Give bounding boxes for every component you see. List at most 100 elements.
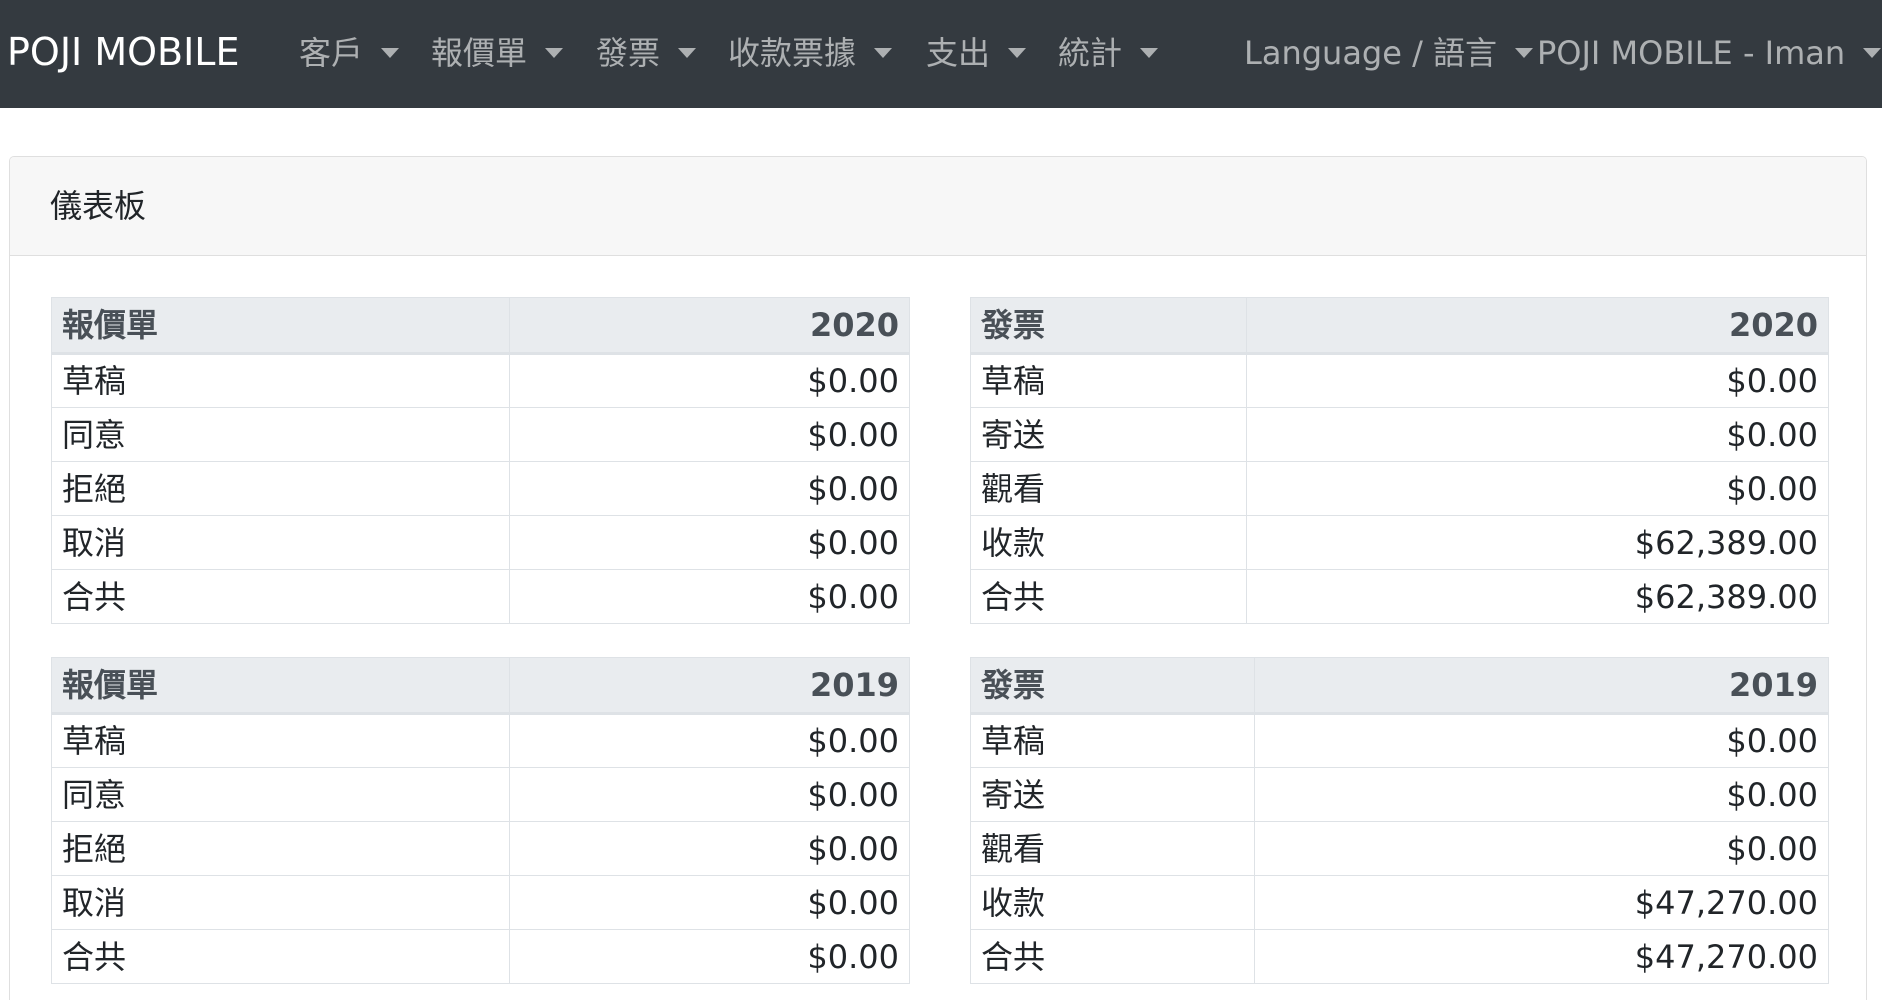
table-header-year: 2020 bbox=[509, 297, 910, 355]
table-row: 觀看 $0.00 bbox=[970, 461, 1829, 516]
table-row: 寄送 $0.00 bbox=[970, 767, 1829, 822]
nav-receipts-label: 收款票據 bbox=[728, 34, 857, 72]
row-value: $0.00 bbox=[509, 515, 910, 570]
card-header: 儀表板 bbox=[10, 157, 1866, 256]
row-label: 收款 bbox=[970, 515, 1247, 570]
table-row: 合共 $47,270.00 bbox=[970, 929, 1829, 984]
row-value: $0.00 bbox=[1254, 713, 1829, 768]
quotes-2019-table: 報價單 2019 草稿 $0.00 同意 $0.00 拒絕 $0.00 取消 $… bbox=[51, 657, 910, 984]
table-row: 取消 $0.00 bbox=[51, 875, 910, 930]
row-label: 取消 bbox=[51, 875, 510, 930]
row-value: $0.00 bbox=[1246, 461, 1829, 516]
caret-down-icon bbox=[678, 48, 697, 58]
row-value: $62,389.00 bbox=[1246, 515, 1829, 570]
caret-down-icon bbox=[1863, 48, 1882, 58]
row-label: 寄送 bbox=[970, 407, 1247, 462]
caret-down-icon bbox=[874, 48, 893, 58]
table-row: 草稿 $0.00 bbox=[51, 353, 910, 408]
table-header-row: 發票 2019 bbox=[970, 657, 1829, 715]
row-value: $47,270.00 bbox=[1254, 929, 1829, 984]
row-value: $0.00 bbox=[509, 767, 910, 822]
row-label: 觀看 bbox=[970, 821, 1255, 876]
user-menu-dropdown[interactable]: POJI MOBILE - Iman bbox=[1537, 33, 1882, 73]
nav-statistics-label: 統計 bbox=[1058, 34, 1123, 72]
row-label: 草稿 bbox=[51, 353, 510, 408]
table-row: 取消 $0.00 bbox=[51, 515, 910, 570]
page-title: 儀表板 bbox=[50, 187, 147, 225]
row-label: 寄送 bbox=[970, 767, 1255, 822]
row-label: 同意 bbox=[51, 767, 510, 822]
row-label: 草稿 bbox=[970, 353, 1247, 408]
table-row: 拒絕 $0.00 bbox=[51, 821, 910, 876]
table-header-year: 2019 bbox=[1254, 657, 1829, 715]
table-row: 同意 $0.00 bbox=[51, 767, 910, 822]
table-row: 合共 $62,389.00 bbox=[970, 569, 1829, 624]
row-label: 合共 bbox=[51, 929, 510, 984]
caret-down-icon bbox=[1140, 48, 1159, 58]
table-header-label: 報價單 bbox=[51, 657, 510, 715]
row-value: $0.00 bbox=[1246, 353, 1829, 408]
table-header-year: 2019 bbox=[509, 657, 910, 715]
row-value: $0.00 bbox=[509, 461, 910, 516]
nav-quotes-label: 報價單 bbox=[431, 34, 528, 72]
row-value: $0.00 bbox=[509, 569, 910, 624]
dashboard-card: 儀表板 報價單 2020 草稿 $0.00 同意 $0.00 拒絕 $0.00 bbox=[9, 156, 1867, 1000]
nav-receipts-dropdown[interactable]: 收款票據 bbox=[728, 33, 893, 73]
invoices-2020-table: 發票 2020 草稿 $0.00 寄送 $0.00 觀看 $0.00 收款 $6… bbox=[970, 297, 1829, 624]
caret-down-icon bbox=[381, 48, 400, 58]
row-value: $0.00 bbox=[509, 875, 910, 930]
caret-down-icon bbox=[1008, 48, 1027, 58]
user-menu-label: POJI MOBILE - Iman bbox=[1537, 34, 1846, 72]
table-header-row: 報價單 2019 bbox=[51, 657, 910, 715]
quotes-2020-table: 報價單 2020 草稿 $0.00 同意 $0.00 拒絕 $0.00 取消 $… bbox=[51, 297, 910, 624]
language-dropdown[interactable]: Language / 語言 bbox=[1244, 33, 1534, 73]
table-row: 收款 $62,389.00 bbox=[970, 515, 1829, 570]
row-value: $0.00 bbox=[509, 821, 910, 876]
language-label: Language / 語言 bbox=[1244, 34, 1498, 72]
table-row: 寄送 $0.00 bbox=[970, 407, 1829, 462]
row-label: 收款 bbox=[970, 875, 1255, 930]
row-value: $0.00 bbox=[509, 407, 910, 462]
nav-statistics-dropdown[interactable]: 統計 bbox=[1058, 33, 1159, 73]
row-value: $0.00 bbox=[1246, 407, 1829, 462]
table-row: 合共 $0.00 bbox=[51, 929, 910, 984]
table-row: 收款 $47,270.00 bbox=[970, 875, 1829, 930]
table-row: 拒絕 $0.00 bbox=[51, 461, 910, 516]
table-row: 草稿 $0.00 bbox=[970, 713, 1829, 768]
row-label: 觀看 bbox=[970, 461, 1247, 516]
table-header-label: 發票 bbox=[970, 297, 1247, 355]
brand-logo[interactable]: POJI MOBILE bbox=[7, 29, 239, 75]
nav-invoices-dropdown[interactable]: 發票 bbox=[596, 33, 697, 73]
table-header-year: 2020 bbox=[1246, 297, 1829, 355]
row-value: $0.00 bbox=[1254, 821, 1829, 876]
row-value: $0.00 bbox=[509, 929, 910, 984]
row-label: 合共 bbox=[970, 929, 1255, 984]
top-navbar: POJI MOBILE 客戶 報價單 發票 收款票據 支出 統計 Languag… bbox=[0, 0, 1882, 108]
table-header-label: 發票 bbox=[970, 657, 1255, 715]
nav-customers-dropdown[interactable]: 客戶 bbox=[299, 33, 400, 73]
table-row: 草稿 $0.00 bbox=[51, 713, 910, 768]
table-row: 觀看 $0.00 bbox=[970, 821, 1829, 876]
table-header-row: 報價單 2020 bbox=[51, 297, 910, 355]
table-header-label: 報價單 bbox=[51, 297, 510, 355]
row-value: $0.00 bbox=[1254, 767, 1829, 822]
table-row: 合共 $0.00 bbox=[51, 569, 910, 624]
table-row: 同意 $0.00 bbox=[51, 407, 910, 462]
nav-quotes-dropdown[interactable]: 報價單 bbox=[431, 33, 564, 73]
row-label: 取消 bbox=[51, 515, 510, 570]
nav-expenses-label: 支出 bbox=[926, 34, 991, 72]
row-label: 草稿 bbox=[970, 713, 1255, 768]
nav-invoices-label: 發票 bbox=[596, 34, 661, 72]
invoices-2019-table: 發票 2019 草稿 $0.00 寄送 $0.00 觀看 $0.00 收款 $4… bbox=[970, 657, 1829, 984]
caret-down-icon bbox=[545, 48, 564, 58]
nav-expenses-dropdown[interactable]: 支出 bbox=[926, 33, 1027, 73]
row-label: 合共 bbox=[51, 569, 510, 624]
row-label: 合共 bbox=[970, 569, 1247, 624]
row-value: $62,389.00 bbox=[1246, 569, 1829, 624]
row-value: $0.00 bbox=[509, 353, 910, 408]
table-row: 草稿 $0.00 bbox=[970, 353, 1829, 408]
row-label: 拒絕 bbox=[51, 821, 510, 876]
nav-customers-label: 客戶 bbox=[299, 34, 364, 72]
row-label: 同意 bbox=[51, 407, 510, 462]
table-header-row: 發票 2020 bbox=[970, 297, 1829, 355]
